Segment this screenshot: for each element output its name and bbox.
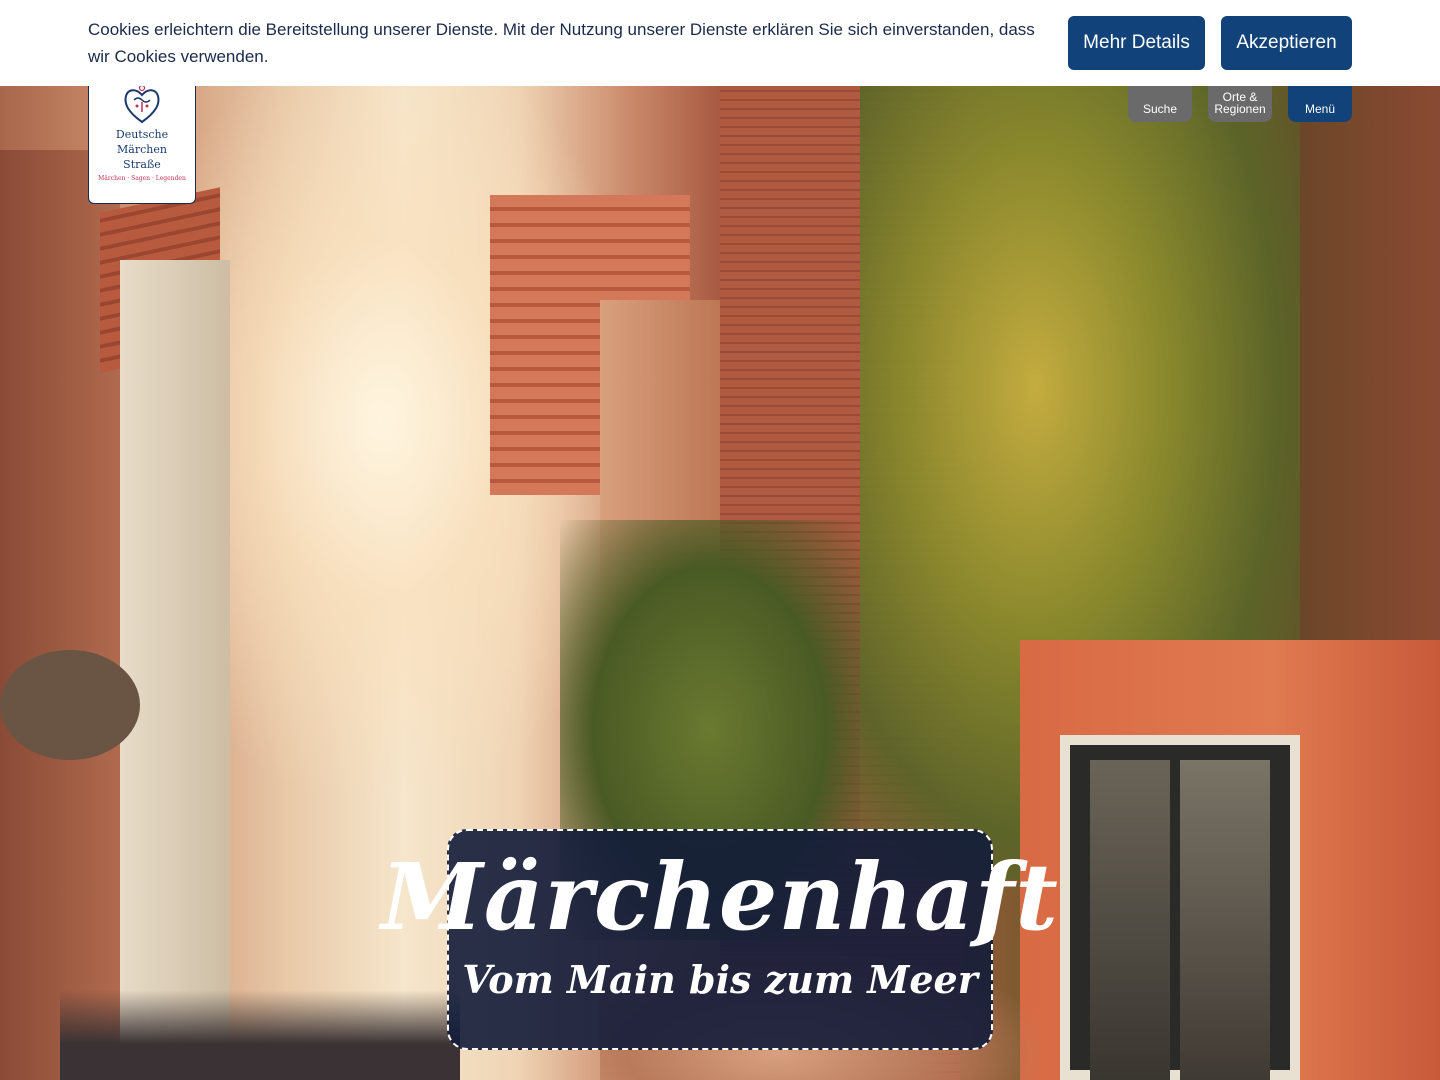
hero-title: Märchenhaft	[381, 843, 1059, 951]
hero-tagline-box: Märchenhaft Vom Main bis zum Meer	[381, 829, 1058, 1050]
places-regions-label: Orte & Regionen	[1214, 90, 1266, 116]
search-label: Suche	[1142, 102, 1178, 116]
more-details-button[interactable]: Mehr Details	[1068, 16, 1205, 70]
logo-title-line: Märchen	[117, 143, 167, 156]
logo-tagline: Märchen · Sagen · Legenden	[98, 175, 186, 182]
cookie-banner: Cookies erleichtern die Bereitstellung u…	[0, 0, 1440, 86]
logo[interactable]: Deutsche Märchen Straße Märchen · Sagen …	[88, 78, 196, 204]
window-pane	[1180, 760, 1270, 1080]
heart-logo-icon	[124, 84, 160, 124]
timber-house	[120, 260, 230, 1080]
window-pane	[1090, 760, 1170, 1080]
logo-title-line: Deutsche	[115, 128, 169, 141]
logo-title-line: Straße	[123, 158, 161, 171]
cookie-text: Cookies erleichtern die Bereitstellung u…	[88, 20, 1035, 66]
hero-subtitle: Vom Main bis zum Meer	[462, 957, 978, 1002]
shop-sign	[0, 650, 140, 760]
menu-label: Menü	[1304, 102, 1336, 116]
crowd	[60, 990, 460, 1080]
accept-button[interactable]: Akzeptieren	[1221, 16, 1352, 70]
